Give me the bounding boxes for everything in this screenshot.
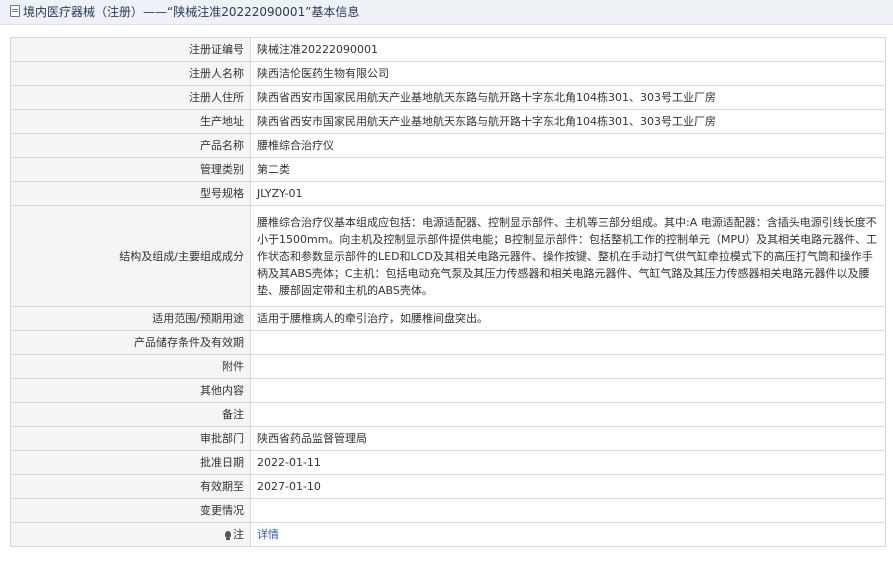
field-label: 备注: [10, 402, 251, 427]
field-label: 审批部门: [10, 426, 251, 451]
field-value: 适用于腰椎病人的牵引治疗，如腰椎间盘突出。: [250, 306, 886, 331]
document-icon: [10, 5, 20, 17]
field-value: 2027-01-10: [250, 474, 886, 499]
field-label: 产品储存条件及有效期: [10, 330, 251, 355]
table-row: 产品储存条件及有效期: [10, 330, 886, 355]
field-value: 腰椎综合治疗仪: [250, 133, 886, 158]
field-label: 适用范围/预期用途: [10, 306, 251, 331]
field-label: 结构及组成/主要组成成分: [10, 205, 251, 307]
page-header: 境内医疗器械（注册）——“陕械注准20222090001”基本信息: [0, 0, 893, 25]
table-row: 管理类别 第二类: [10, 157, 886, 182]
table-row: 结构及组成/主要组成成分 腰椎综合治疗仪基本组成应包括：电源适配器、控制显示部件…: [10, 205, 886, 307]
page-title: 境内医疗器械（注册）——“陕械注准20222090001”基本信息: [23, 5, 360, 19]
table-row: 批准日期 2022-01-11: [10, 450, 886, 475]
field-label: 其他内容: [10, 378, 251, 403]
info-table: 注册证编号 陕械注准20222090001 注册人名称 陕西洁伦医药生物有限公司…: [10, 37, 886, 547]
field-label: 注册证编号: [10, 37, 251, 62]
field-label: 注册人名称: [10, 61, 251, 86]
table-row: 其他内容: [10, 378, 886, 403]
table-row: 适用范围/预期用途 适用于腰椎病人的牵引治疗，如腰椎间盘突出。: [10, 306, 886, 331]
field-value: 陕械注准20222090001: [250, 37, 886, 62]
field-value: [250, 330, 886, 355]
table-row: 注册人名称 陕西洁伦医药生物有限公司: [10, 61, 886, 86]
field-value: [250, 402, 886, 427]
field-label: 批准日期: [10, 450, 251, 475]
field-label: 变更情况: [10, 498, 251, 523]
bulb-icon: [225, 531, 231, 540]
details-link[interactable]: 详情: [257, 528, 279, 541]
note-label: 注: [233, 528, 244, 541]
field-value: 腰椎综合治疗仪基本组成应包括：电源适配器、控制显示部件、主机等三部分组成。其中:…: [250, 205, 886, 307]
field-value: 2022-01-11: [250, 450, 886, 475]
table-row: 有效期至 2027-01-10: [10, 474, 886, 499]
table-row: 注册人住所 陕西省西安市国家民用航天产业基地航天东路与航开路十字东北角104栋3…: [10, 85, 886, 110]
field-label: 管理类别: [10, 157, 251, 182]
field-label: 附件: [10, 354, 251, 379]
field-label: 型号规格: [10, 181, 251, 206]
table-row: 审批部门 陕西省药品监督管理局: [10, 426, 886, 451]
table-row: 型号规格 JLYZY-01: [10, 181, 886, 206]
field-value: [250, 498, 886, 523]
table-row-note: 注 详情: [10, 522, 886, 547]
field-value: 陕西省药品监督管理局: [250, 426, 886, 451]
table-row: 变更情况: [10, 498, 886, 523]
field-value: 陕西洁伦医药生物有限公司: [250, 61, 886, 86]
note-label-cell: 注: [10, 522, 251, 547]
note-value-cell: 详情: [250, 522, 886, 547]
field-value: [250, 354, 886, 379]
table-row: 备注: [10, 402, 886, 427]
field-value: JLYZY-01: [250, 181, 886, 206]
table-row: 生产地址 陕西省西安市国家民用航天产业基地航天东路与航开路十字东北角104栋30…: [10, 109, 886, 134]
table-row: 产品名称 腰椎综合治疗仪: [10, 133, 886, 158]
table-row: 注册证编号 陕械注准20222090001: [10, 37, 886, 62]
table-row: 附件: [10, 354, 886, 379]
field-value: 陕西省西安市国家民用航天产业基地航天东路与航开路十字东北角104栋301、303…: [250, 109, 886, 134]
field-value: [250, 378, 886, 403]
field-label: 产品名称: [10, 133, 251, 158]
field-label: 注册人住所: [10, 85, 251, 110]
field-value: 第二类: [250, 157, 886, 182]
field-label: 生产地址: [10, 109, 251, 134]
field-label: 有效期至: [10, 474, 251, 499]
field-value: 陕西省西安市国家民用航天产业基地航天东路与航开路十字东北角104栋301、303…: [250, 85, 886, 110]
